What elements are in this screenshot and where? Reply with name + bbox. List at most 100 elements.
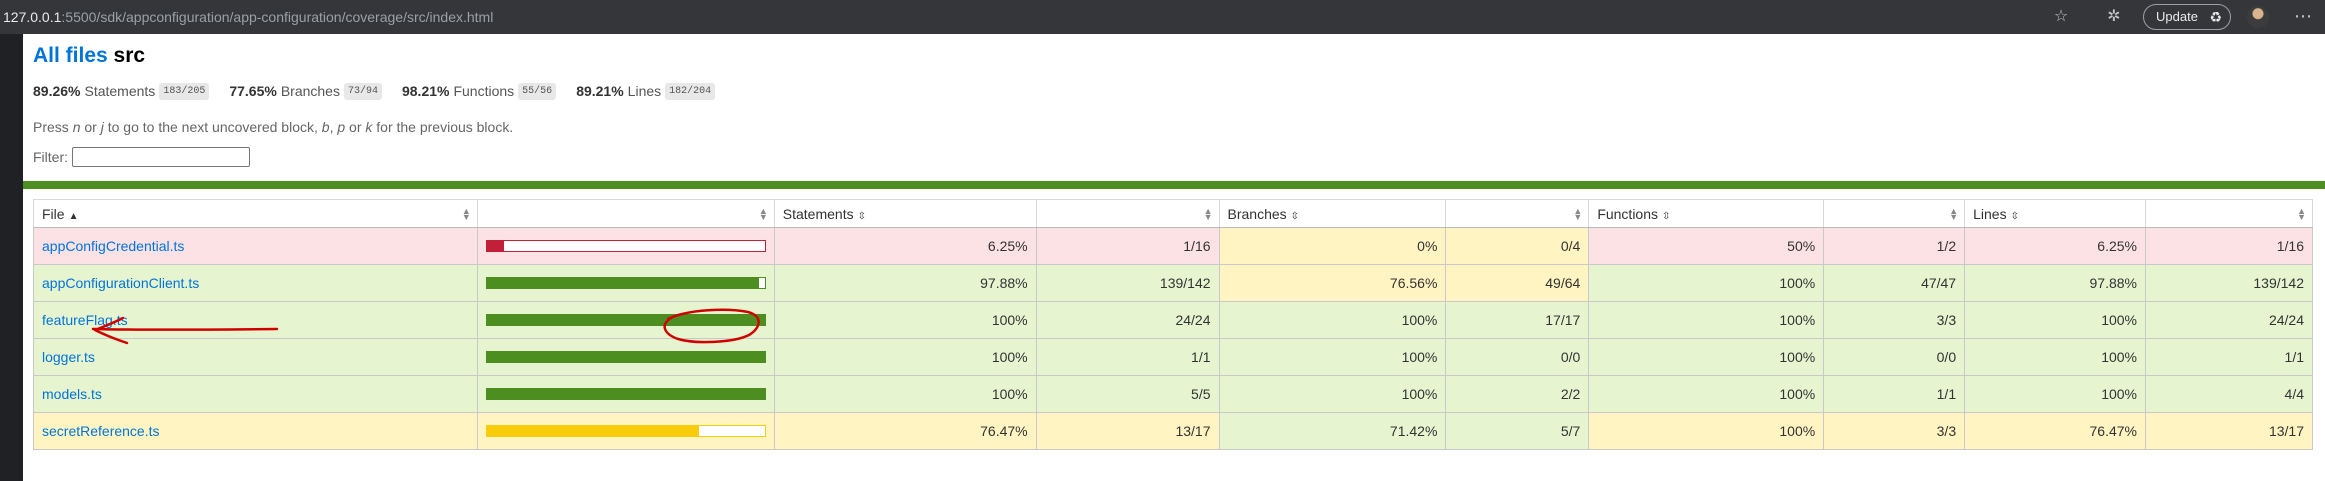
header-lines[interactable]: Lines ⇳ [1964,199,2146,228]
hint-text: or [80,119,101,135]
lines-fraction: 1/1 [2145,338,2313,376]
lines-pct: 97.88% [1964,264,2146,302]
summary-pct: 89.21% [576,83,624,99]
branches-fraction: 17/17 [1445,301,1590,339]
sort-icon: ▲ ▼ [1573,206,1583,222]
coverage-bar [485,351,766,363]
statements-pct: 100% [773,301,1037,339]
file-link[interactable]: logger.ts [42,349,95,365]
header-branches[interactable]: Branches ⇳ [1218,199,1447,228]
lines-fraction: 4/4 [2145,375,2313,413]
url-path: :5500/sdk/appconfiguration/app-configura… [61,9,494,25]
file-cell: secretReference.ts [33,412,478,450]
file-link[interactable]: appConfigurationClient.ts [42,275,199,291]
file-cell: models.ts [33,375,478,413]
sort-icon: ⇳ [1662,210,1671,222]
file-cell: featureFlag.ts [33,301,478,339]
filter-input[interactable] [72,147,250,167]
sort-icon: ▲ ▼ [758,206,768,222]
branches-fraction: 49/64 [1445,264,1590,302]
header-label: Lines [1973,205,2007,222]
header-file[interactable]: File ▲ ▲ ▼ [33,199,478,228]
header-label: Statements [782,205,854,222]
branches-fraction: 2/2 [1445,375,1590,413]
statements-pct: 6.25% [773,227,1037,265]
table-row: logger.ts 100% 1/1 100% 0/0 100% 0/0 100% 1/1 [33,338,2313,376]
lines-fraction: 24/24 [2145,301,2313,339]
statements-pct: 100% [773,375,1037,413]
lines-pct: 100% [1964,375,2146,413]
file-link[interactable]: appConfigCredential.ts [42,238,184,254]
coverage-bar [485,388,766,400]
address-bar[interactable]: 127.0.0.1:5500/sdk/appconfiguration/app-… [3,9,493,25]
summary-lines: 89.21% Lines 182/204 [576,82,716,100]
branches-pct: 76.56% [1218,264,1447,302]
header-statements[interactable]: Statements ⇳ [773,199,1037,228]
sort-icon: ⇳ [1290,210,1300,222]
summary-label: Functions [453,83,515,99]
functions-pct: 50% [1588,227,1825,265]
sort-icon: ⇳ [857,210,866,222]
all-files-link[interactable]: All files [33,44,108,67]
hint-key: p [337,119,346,135]
statements-fraction: 1/16 [1035,227,1220,265]
branches-pct: 100% [1218,301,1447,339]
update-icon: ♻ [2209,9,2222,25]
filter-row: Filter: [33,147,250,167]
summary-fraction: 73/94 [343,82,382,100]
summary-functions: 98.21% Functions 55/56 [402,82,557,100]
table-row: secretReference.ts 76.47% 13/17 71.42% 5/7 10… [33,412,2313,450]
summary-pct: 77.65% [229,83,277,99]
summary-pct: 89.26% [33,83,81,99]
summary-statements: 89.26% Statements 183/205 [33,82,210,100]
lines-pct: 6.25% [1964,227,2146,265]
file-link[interactable]: secretReference.ts [42,423,160,439]
coverage-bar-cell [476,338,775,376]
coverage-bar-fill [486,389,765,399]
branches-pct: 71.42% [1218,412,1447,450]
lines-pct: 100% [1964,301,2146,339]
functions-fraction: 3/3 [1823,412,1966,450]
functions-pct: 100% [1588,338,1825,376]
header-lines-frac[interactable]: ▲ ▼ [2145,199,2313,228]
status-line [23,181,2325,189]
file-link[interactable]: models.ts [42,386,102,402]
coverage-bar-fill [486,352,765,362]
coverage-bar [485,277,766,289]
table-row: appConfigCredential.ts 6.25% 1/16 0% 0/4 50% 1… [33,227,2313,265]
hint-text: for the previous block. [372,119,514,135]
header-branches-frac[interactable]: ▲ ▼ [1445,199,1590,228]
branches-pct: 100% [1218,375,1447,413]
header-statements-frac[interactable]: ▲ ▼ [1035,199,1220,228]
coverage-table: File ▲ ▲ ▼ ▲ ▼ Statements ⇳ ▲ ▼ Branches ⇳ ▲ ▼ F… [33,199,2313,450]
url-host: 127.0.0.1 [3,9,62,25]
functions-pct: 100% [1588,301,1825,339]
summary-label: Lines [627,83,662,99]
functions-fraction: 3/3 [1823,301,1966,339]
coverage-summary: 89.26% Statements 183/205 77.65% Branche… [33,80,735,102]
functions-pct: 100% [1588,264,1825,302]
bookmark-star-icon[interactable]: ☆ [2050,6,2072,28]
header-functions-frac[interactable]: ▲ ▼ [1823,199,1966,228]
statements-fraction: 24/24 [1035,301,1220,339]
statements-fraction: 139/142 [1035,264,1220,302]
header-functions[interactable]: Functions ⇳ [1588,199,1825,228]
sort-icon: ▲ ▼ [2297,206,2306,222]
profile-avatar[interactable] [2247,6,2269,28]
update-button[interactable]: Update ♻ [2143,4,2231,30]
header-label: Functions [1597,205,1659,222]
table-body: appConfigCredential.ts 6.25% 1/16 0% 0/4 50% 1… [33,227,2313,450]
sort-icon: ⇳ [2010,210,2019,222]
branches-fraction: 5/7 [1445,412,1590,450]
more-menu-icon[interactable]: ⋯ [2292,5,2314,27]
header-bar[interactable]: ▲ ▼ [476,199,775,228]
file-link[interactable]: featureFlag.ts [42,312,128,328]
coverage-bar [485,240,766,252]
functions-fraction: 0/0 [1823,338,1966,376]
summary-fraction: 55/56 [518,82,557,100]
update-label: Update [2156,9,2198,24]
summary-fraction: 183/205 [159,82,210,100]
statements-fraction: 13/17 [1035,412,1220,450]
table-row: models.ts 100% 5/5 100% 2/2 100% 1/1 100% 4/4 [33,375,2313,413]
extensions-icon[interactable]: ✲ [2103,6,2125,28]
